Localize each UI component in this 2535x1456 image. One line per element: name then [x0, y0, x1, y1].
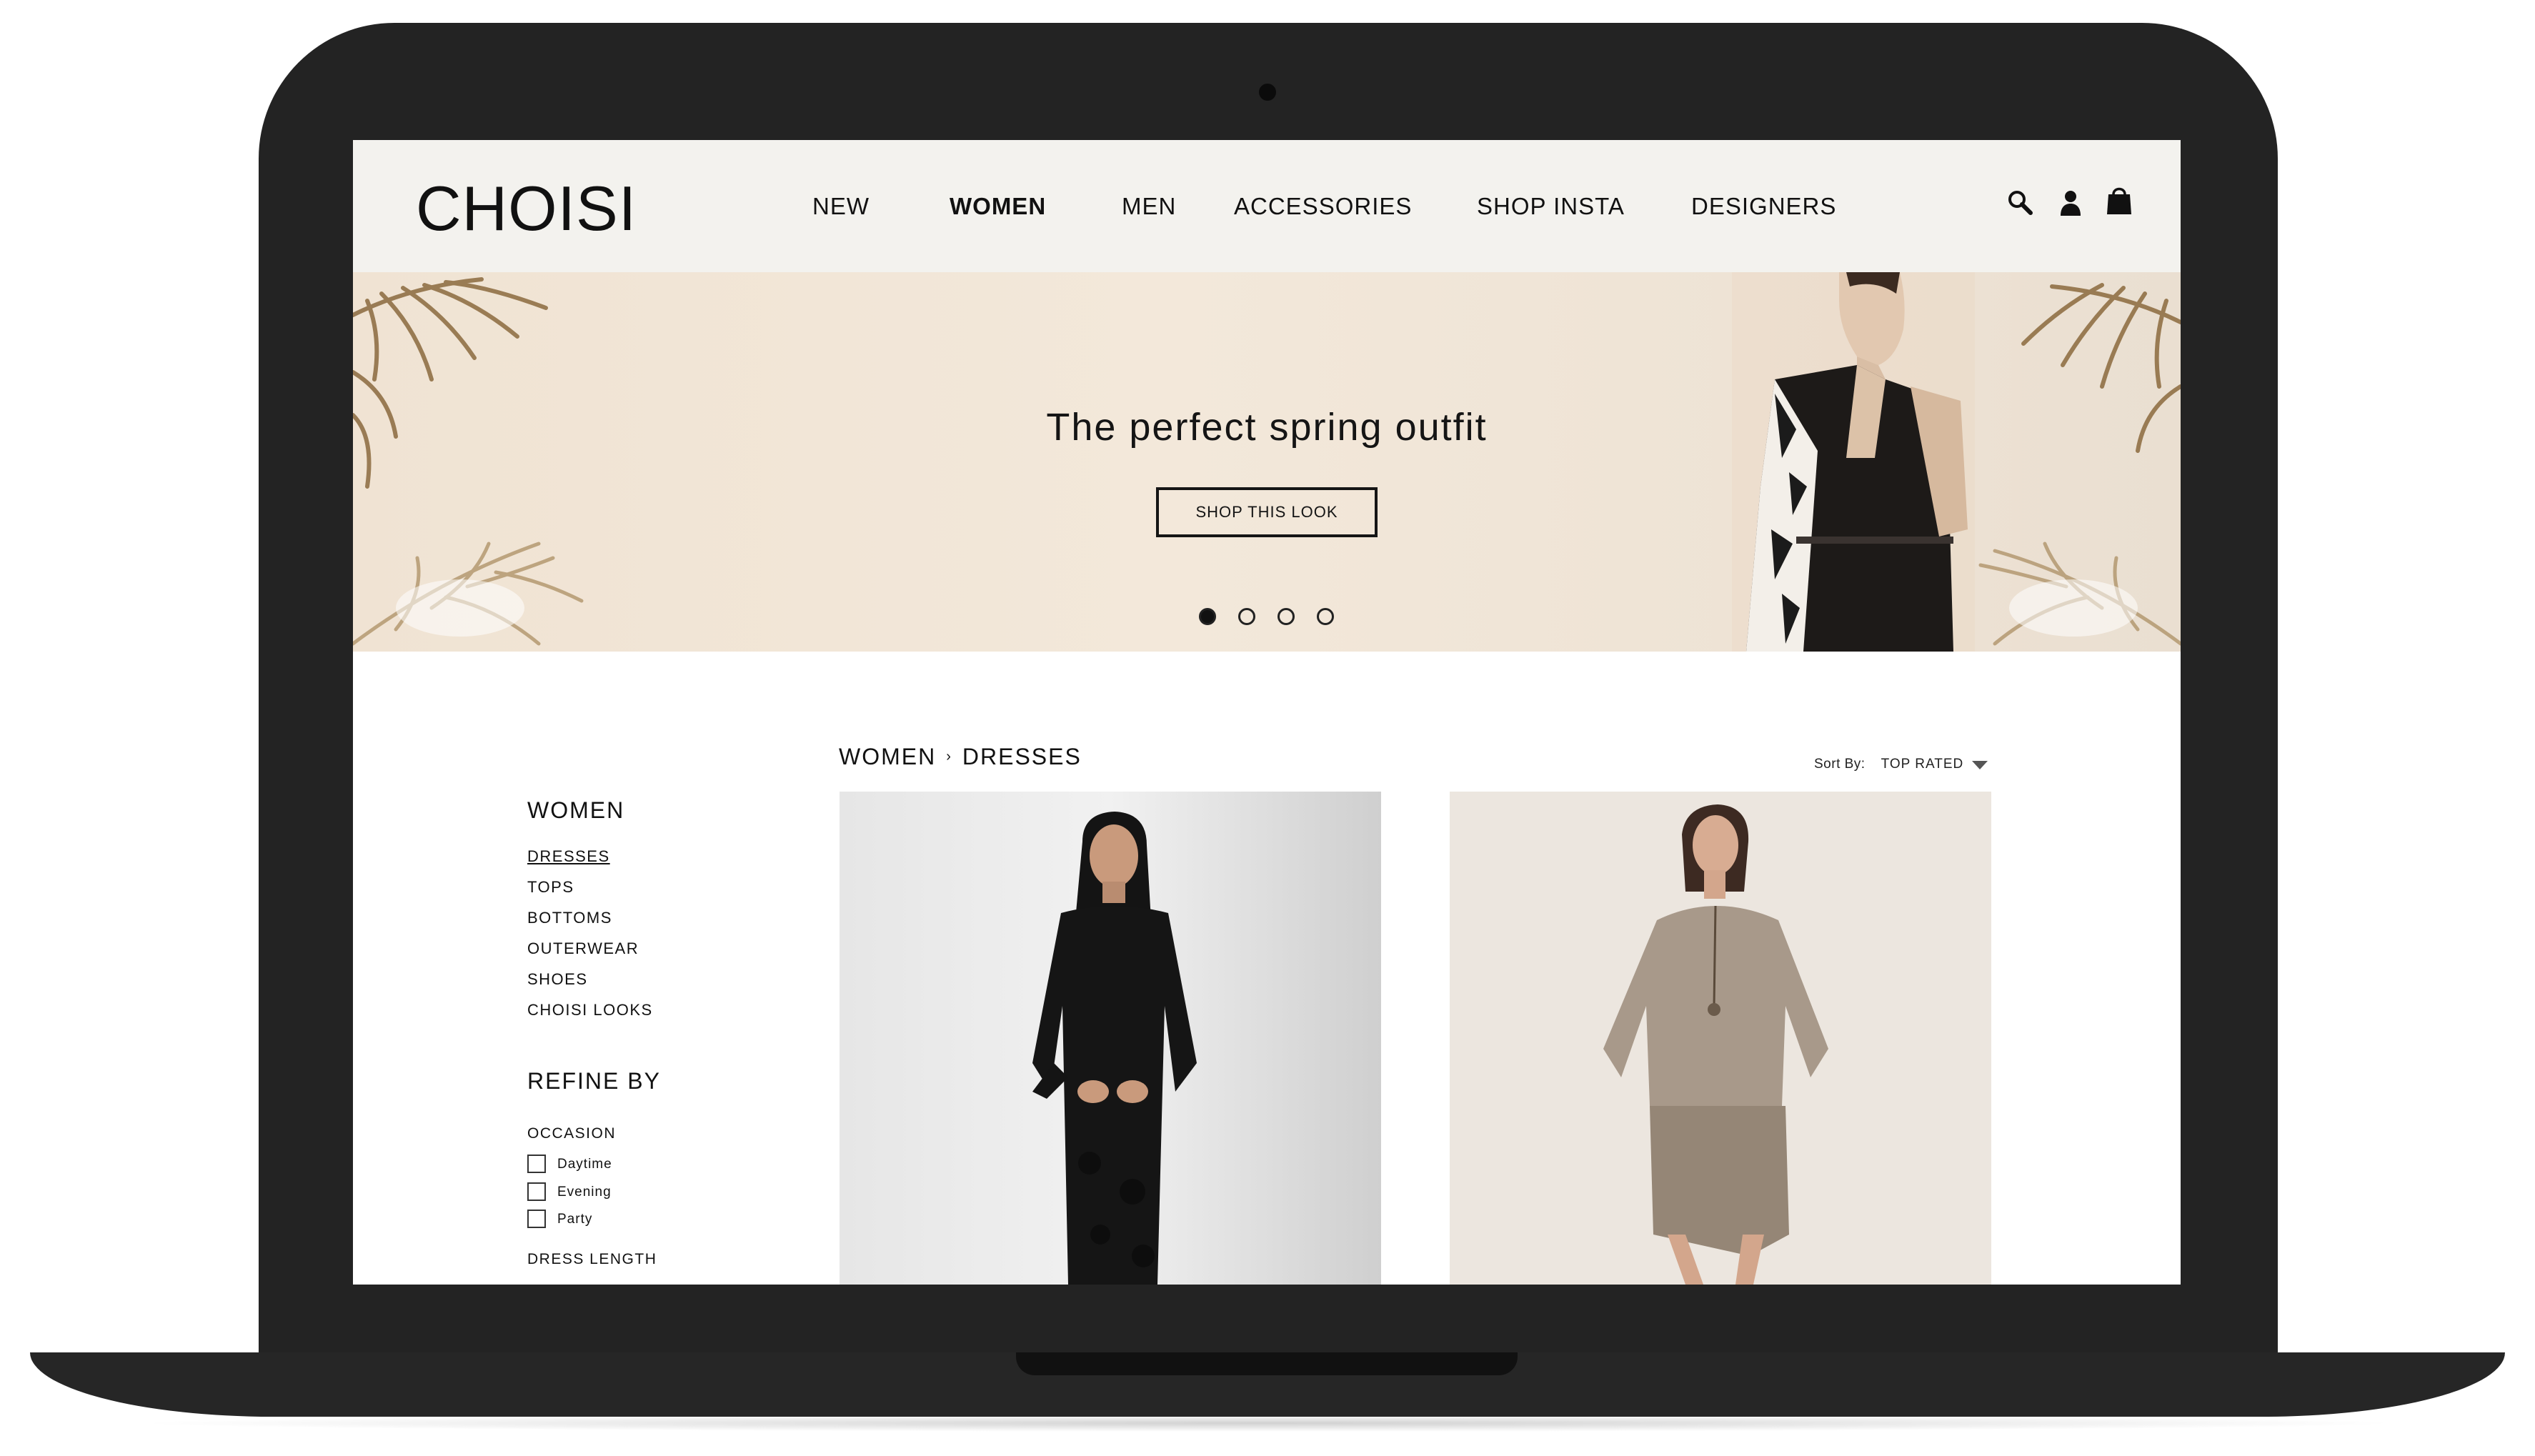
nav-women[interactable]: WOMEN — [950, 194, 1046, 218]
webcam — [1259, 84, 1276, 101]
sort-label: Sort By: — [1814, 757, 1866, 772]
laptop-shadow — [129, 1415, 2408, 1432]
nav-accessories[interactable]: ACCESSORIES — [1234, 194, 1412, 218]
dress-length-filter-label[interactable]: DRESS LENGTH — [527, 1252, 657, 1267]
party-label: Party — [557, 1212, 593, 1227]
sidebar-heading-women: WOMEN — [527, 797, 625, 823]
palm-leaves-left-decoration — [353, 277, 584, 646]
occasion-filter-label: OCCASION — [527, 1125, 617, 1142]
sweater-dress-product-photo[interactable] — [1450, 792, 1991, 1285]
product-listing-section: WOMEN DRESSES TOPS BOTTOMS OUTERWEAR SHO… — [353, 652, 2181, 1285]
laptop-notch — [1016, 1352, 1518, 1375]
account-icon[interactable] — [2055, 187, 2086, 219]
product-card[interactable] — [1450, 792, 1991, 1285]
search-icon[interactable] — [2005, 187, 2036, 219]
evening-checkbox[interactable] — [527, 1182, 546, 1201]
breadcrumb-women[interactable]: WOMEN — [839, 745, 936, 768]
party-checkbox[interactable] — [527, 1210, 546, 1228]
category-bottoms[interactable]: BOTTOMS — [527, 910, 612, 926]
category-outerwear[interactable]: OUTERWEAR — [527, 941, 639, 957]
hero-headline: The perfect spring outfit — [1046, 406, 1488, 449]
carousel-dot-2[interactable] — [1238, 608, 1255, 625]
browser-screen: CHOISI NEW WOMEN MEN ACCESSORIES SHOP IN… — [353, 140, 2181, 1285]
nav-new[interactable]: NEW — [812, 194, 870, 218]
carousel-dot-4[interactable] — [1317, 608, 1334, 625]
sort-control: Sort By: TOP RATED — [1814, 757, 1988, 771]
product-card[interactable] — [840, 792, 1381, 1285]
carousel-dot-3[interactable] — [1278, 608, 1295, 625]
daytime-label: Daytime — [557, 1157, 612, 1172]
daytime-checkbox[interactable] — [527, 1155, 546, 1173]
chevron-down-icon[interactable] — [1972, 760, 1988, 769]
site-header: CHOISI NEW WOMEN MEN ACCESSORIES SHOP IN… — [353, 140, 2181, 272]
shop-this-look-button[interactable]: SHOP THIS LOOK — [1156, 487, 1378, 537]
carousel-dot-1[interactable] — [1199, 608, 1216, 625]
sort-select[interactable]: TOP RATED — [1881, 757, 1964, 772]
nav-shop-insta[interactable]: SHOP INSTA — [1477, 194, 1625, 218]
palm-leaves-right-decoration — [1978, 283, 2181, 646]
nav-men[interactable]: MEN — [1122, 194, 1176, 218]
category-choisi-looks[interactable]: CHOISI LOOKS — [527, 1002, 653, 1018]
category-tops[interactable]: TOPS — [527, 879, 574, 895]
black-dress-product-photo[interactable] — [840, 792, 1381, 1285]
category-shoes[interactable]: SHOES — [527, 972, 588, 987]
hero-banner: The perfect spring outfit SHOP THIS LOOK — [353, 272, 2181, 652]
evening-label: Evening — [557, 1185, 612, 1200]
refine-by-heading: REFINE BY — [527, 1068, 661, 1094]
category-dresses[interactable]: DRESSES — [527, 849, 610, 864]
breadcrumb-dresses: DRESSES — [962, 743, 1082, 769]
breadcrumb-separator: › — [946, 748, 952, 764]
site-logo[interactable]: CHOISI — [416, 177, 637, 240]
nav-designers[interactable]: DESIGNERS — [1691, 194, 1836, 218]
shopping-bag-icon[interactable] — [2103, 183, 2135, 214]
breadcrumb: WOMEN › DRESSES — [839, 743, 1082, 768]
